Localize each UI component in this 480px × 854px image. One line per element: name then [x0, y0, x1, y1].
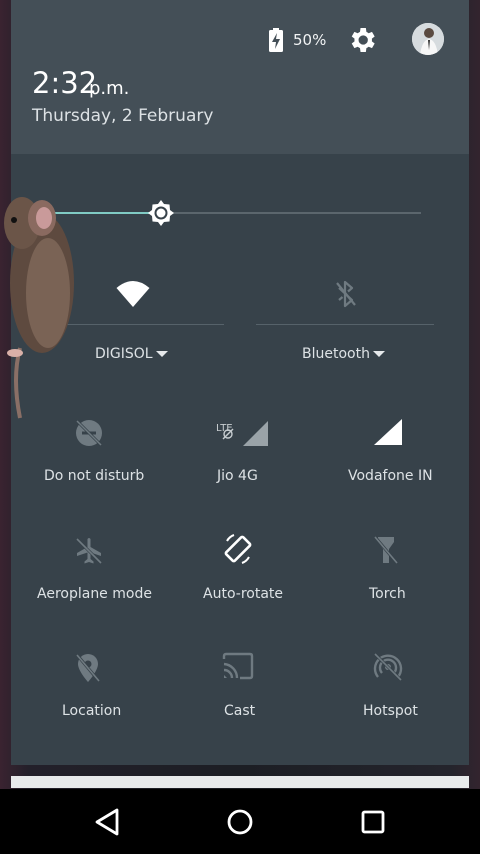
location-off-icon[interactable]	[75, 652, 101, 684]
auto-rotate-icon[interactable]	[221, 532, 255, 566]
mouse-sticker-icon	[4, 197, 74, 419]
settings-gear-icon[interactable]	[346, 24, 378, 56]
bluetooth-divider	[256, 324, 434, 325]
battery-percentage: 50%	[293, 31, 327, 49]
battery-charging-icon	[269, 28, 283, 52]
date-label[interactable]: Thursday, 2 February	[32, 106, 213, 126]
tile-label-aeroplane[interactable]: Aeroplane mode	[37, 586, 152, 602]
tile-label-autorotate[interactable]: Auto-rotate	[203, 586, 283, 602]
tile-label-dnd[interactable]: Do not disturb	[44, 468, 144, 484]
wifi-divider	[59, 324, 224, 325]
cast-icon[interactable]	[222, 652, 254, 680]
home-icon[interactable]	[223, 805, 257, 839]
tile-label-torch[interactable]: Torch	[369, 586, 406, 602]
airplane-off-icon[interactable]	[74, 536, 104, 566]
tile-label-vodafone[interactable]: Vodafone IN	[348, 468, 433, 484]
quick-settings-header: 50% 2:32 p.m. Thursday, 2 February	[11, 0, 469, 154]
user-photo-icon	[412, 23, 444, 55]
torch-off-icon[interactable]	[373, 534, 399, 566]
tile-label-hotspot[interactable]: Hotspot	[363, 703, 418, 719]
wifi-icon[interactable]	[116, 280, 150, 308]
clock-ampm: p.m.	[89, 78, 130, 99]
bluetooth-dropdown-caret-icon[interactable]	[373, 351, 385, 357]
tile-label-cast[interactable]: Cast	[224, 703, 255, 719]
wifi-dropdown-caret-icon[interactable]	[156, 351, 168, 357]
bluetooth-label[interactable]: Bluetooth	[302, 346, 370, 362]
back-icon[interactable]	[91, 805, 125, 839]
tile-label-location[interactable]: Location	[62, 703, 121, 719]
brightness-thumb-icon[interactable]	[145, 197, 177, 229]
recents-icon[interactable]	[356, 805, 390, 839]
notification-shade-handle[interactable]	[11, 776, 469, 788]
signal-icon[interactable]	[373, 418, 403, 446]
wifi-label[interactable]: DIGISOL	[95, 346, 153, 362]
bluetooth-off-icon[interactable]	[334, 279, 358, 309]
signal-lte-icon[interactable]: LTE	[214, 418, 270, 448]
user-avatar[interactable]	[412, 23, 444, 55]
tile-label-jio[interactable]: Jio 4G	[217, 468, 258, 484]
clock-time[interactable]: 2:32	[32, 66, 97, 100]
hotspot-off-icon[interactable]	[372, 652, 404, 682]
